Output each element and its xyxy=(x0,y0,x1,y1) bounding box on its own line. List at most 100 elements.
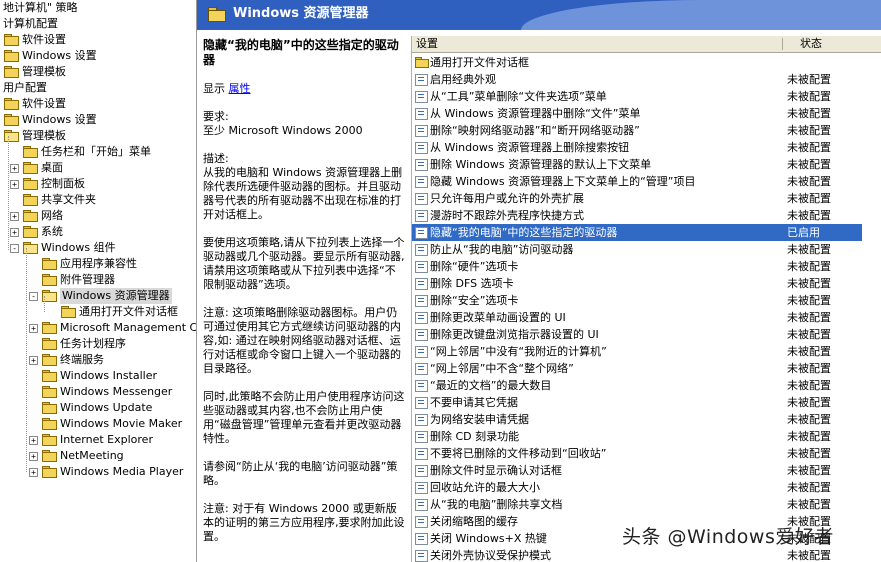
list-row[interactable]: 从 Windows 资源管理器上删除搜索按钮 未被配置 xyxy=(412,139,862,156)
list-row[interactable]: 删除“映射网络驱动器”和“断开网络驱动器” 未被配置 xyxy=(412,122,862,139)
tree-item-label: Microsoft Management C xyxy=(60,321,197,334)
list-row[interactable]: “网上邻居”中不含“整个网络” 未被配置 xyxy=(412,360,862,377)
tree-item[interactable]: 用户配置 xyxy=(0,80,196,96)
list-row[interactable]: 删除“安全”选项卡 未被配置 xyxy=(412,292,862,309)
tree-item[interactable]: 共享文件夹 xyxy=(0,192,196,208)
list-row[interactable]: 回收站允许的最大大小 未被配置 xyxy=(412,479,862,496)
list-row[interactable]: 从 Windows 资源管理器中删除“文件”菜单 未被配置 xyxy=(412,105,862,122)
tree-item[interactable]: 地计算机" 策略 xyxy=(0,0,196,16)
folder-icon xyxy=(415,57,429,68)
tree-item-label: 管理模板 xyxy=(22,129,66,142)
setting-name: 删除更改菜单动画设置的 UI xyxy=(430,311,566,324)
list-folder-row[interactable]: 通用打开文件对话框 xyxy=(412,54,862,71)
properties-link[interactable]: 属性 xyxy=(229,82,251,95)
tree-item[interactable]: 管理模板 xyxy=(0,64,196,80)
list-row[interactable]: 删除文件时显示确认对话框 未被配置 xyxy=(412,462,862,479)
expand-icon[interactable]: + xyxy=(29,356,38,365)
tree-item[interactable]: 软件设置 xyxy=(0,96,196,112)
tree-item[interactable]: Windows Installer xyxy=(0,368,196,384)
folder-icon xyxy=(4,98,19,110)
tree-item[interactable]: 计算机配置 xyxy=(0,16,196,32)
policy-setting-icon xyxy=(415,261,428,273)
list-row[interactable]: “最近的文档”的最大数目 未被配置 xyxy=(412,377,862,394)
tree-item[interactable]: + 控制面板 xyxy=(0,176,196,192)
list-row[interactable]: 漫游时不跟踪外壳程序快捷方式 未被配置 xyxy=(412,207,862,224)
expand-icon[interactable]: + xyxy=(10,228,19,237)
tree-item[interactable]: 管理模板 xyxy=(0,128,196,144)
list-row[interactable]: 隐藏“我的电脑”中的这些指定的驱动器 已启用 xyxy=(412,224,862,241)
list-row[interactable]: 启用经典外观 未被配置 xyxy=(412,71,862,88)
list-row[interactable]: “网上邻居”中没有“我附近的计算机” 未被配置 xyxy=(412,343,862,360)
settings-list[interactable]: 设置 状态 通用打开文件对话框 启用经典外观 未被配置 从“工具”菜单删除“文件夹选项… xyxy=(411,36,881,562)
tree-item[interactable]: + Internet Explorer xyxy=(0,432,196,448)
list-row[interactable]: 删除 DFS 选项卡 未被配置 xyxy=(412,275,862,292)
tree-item[interactable]: 软件设置 xyxy=(0,32,196,48)
list-row[interactable]: 删除 Windows 资源管理器的默认上下文菜单 未被配置 xyxy=(412,156,862,173)
tree-item[interactable]: Windows Movie Maker xyxy=(0,416,196,432)
column-separator[interactable] xyxy=(782,38,783,50)
list-row[interactable]: 关闭外壳协议受保护模式 未被配置 xyxy=(412,547,862,562)
tree-item[interactable]: + 终端服务 xyxy=(0,352,196,368)
folder-icon xyxy=(42,402,57,414)
expand-icon[interactable]: + xyxy=(29,468,38,477)
list-row[interactable]: 为网络安装申请凭据 未被配置 xyxy=(412,411,862,428)
tree-item-label: Windows Update xyxy=(60,401,153,414)
setting-name: “网上邻居”中没有“我附近的计算机” xyxy=(430,345,607,358)
list-row[interactable]: 不要将已删除的文件移动到“回收站” 未被配置 xyxy=(412,445,862,462)
tree-item[interactable]: - Windows 资源管理器 xyxy=(0,288,196,304)
expand-icon[interactable]: + xyxy=(10,180,19,189)
tree-item-label: Windows Messenger xyxy=(60,385,173,398)
tree-item[interactable]: + NetMeeting xyxy=(0,448,196,464)
expand-icon[interactable]: + xyxy=(29,452,38,461)
tree-item[interactable]: - Windows 组件 xyxy=(0,240,196,256)
tree-item[interactable]: + Microsoft Management C xyxy=(0,320,196,336)
setting-name: 从 Windows 资源管理器上删除搜索按钮 xyxy=(430,141,630,154)
list-row[interactable]: 删除更改菜单动画设置的 UI 未被配置 xyxy=(412,309,862,326)
tree-item[interactable]: + 网络 xyxy=(0,208,196,224)
setting-state: 未被配置 xyxy=(787,345,831,358)
requirements-label: 要求: xyxy=(203,110,229,123)
tree-item[interactable]: + 系统 xyxy=(0,224,196,240)
list-row[interactable]: 防止从“我的电脑”访问驱动器 未被配置 xyxy=(412,241,862,258)
tree-item[interactable]: Windows 设置 xyxy=(0,48,196,64)
list-row[interactable]: 隐藏 Windows 资源管理器上下文菜单上的“管理”项目 未被配置 xyxy=(412,173,862,190)
description-label: 描述: xyxy=(203,152,229,165)
tree-item[interactable]: Windows 设置 xyxy=(0,112,196,128)
tree-item[interactable]: Windows Messenger xyxy=(0,384,196,400)
tree-item[interactable]: + 桌面 xyxy=(0,160,196,176)
list-row[interactable]: 从“我的电脑”删除共享文档 未被配置 xyxy=(412,496,862,513)
expand-icon[interactable]: + xyxy=(29,324,38,333)
list-row[interactable]: 删除更改键盘浏览指示器设置的 UI 未被配置 xyxy=(412,326,862,343)
policy-setting-icon xyxy=(415,414,428,426)
collapse-icon[interactable]: - xyxy=(29,292,38,301)
console-tree[interactable]: 地计算机" 策略 计算机配置 软件设置 Windows 设置 管理模板 用户配置 软件设置 W… xyxy=(0,0,197,562)
watermark: 头条 @Windows爱好者 xyxy=(622,526,834,548)
column-header-state[interactable]: 状态 xyxy=(800,36,822,52)
list-row[interactable]: 不要申请其它凭据 未被配置 xyxy=(412,394,862,411)
setting-name: 删除 Windows 资源管理器的默认上下文菜单 xyxy=(430,158,652,171)
tree-item[interactable]: 任务计划程序 xyxy=(0,336,196,352)
list-row[interactable]: 只允许每用户或允许的外壳扩展 未被配置 xyxy=(412,190,862,207)
tree-item[interactable]: + Windows Media Player xyxy=(0,464,196,480)
list-row[interactable]: 删除 CD 刻录功能 未被配置 xyxy=(412,428,862,445)
list-row[interactable]: 删除“硬件”选项卡 未被配置 xyxy=(412,258,862,275)
expand-icon[interactable]: + xyxy=(10,212,19,221)
setting-state: 未被配置 xyxy=(787,294,831,307)
tree-item-label: 通用打开文件对话框 xyxy=(79,305,178,318)
description-text-5: 请参阅“防止从‘我的电脑’访问驱动器”策略。 xyxy=(203,460,398,487)
setting-state: 未被配置 xyxy=(787,175,831,188)
tree-item[interactable]: 通用打开文件对话框 xyxy=(0,304,196,320)
setting-name: 从“工具”菜单删除“文件夹选项”菜单 xyxy=(430,90,607,103)
collapse-icon[interactable]: - xyxy=(10,244,19,253)
tree-item[interactable]: Windows Update xyxy=(0,400,196,416)
description-text-1: 从我的电脑和 Windows 资源管理器上删除代表所选硬件驱动器的图标。并且驱动… xyxy=(203,166,403,221)
policy-setting-icon xyxy=(415,159,428,171)
policy-setting-icon xyxy=(415,210,428,222)
expand-icon[interactable]: + xyxy=(29,436,38,445)
tree-item[interactable]: 任务栏和「开始」菜单 xyxy=(0,144,196,160)
column-header-setting[interactable]: 设置 xyxy=(416,36,438,52)
tree-item[interactable]: 附件管理器 xyxy=(0,272,196,288)
list-row[interactable]: 从“工具”菜单删除“文件夹选项”菜单 未被配置 xyxy=(412,88,862,105)
tree-item[interactable]: 应用程序兼容性 xyxy=(0,256,196,272)
expand-icon[interactable]: + xyxy=(10,164,19,173)
